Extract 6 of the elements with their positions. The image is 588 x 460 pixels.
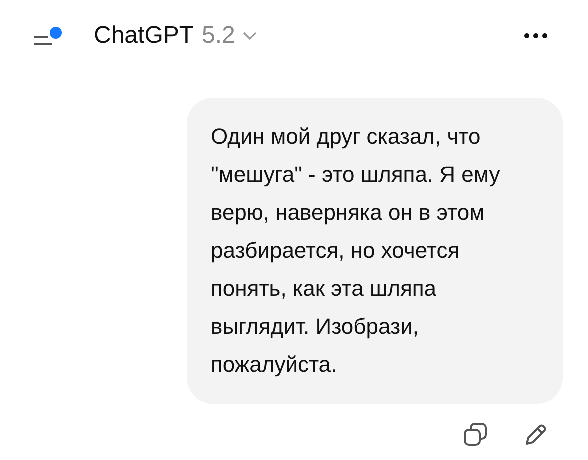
chevron-down-icon bbox=[243, 32, 258, 40]
edit-pencil-icon[interactable] bbox=[523, 422, 549, 448]
message-bubble: Один мой друг сказал, что "мешуга" - это шляпа. Я ему верю, наверняка он в этом разбирается, но хочется понять, как эта шляпа выглядит. Изобрази, пожалуйста. bbox=[187, 98, 563, 404]
more-options-icon[interactable] bbox=[522, 31, 550, 41]
model-selector[interactable]: ChatGPT 5.2 bbox=[94, 18, 258, 54]
copy-icon[interactable] bbox=[463, 422, 489, 448]
